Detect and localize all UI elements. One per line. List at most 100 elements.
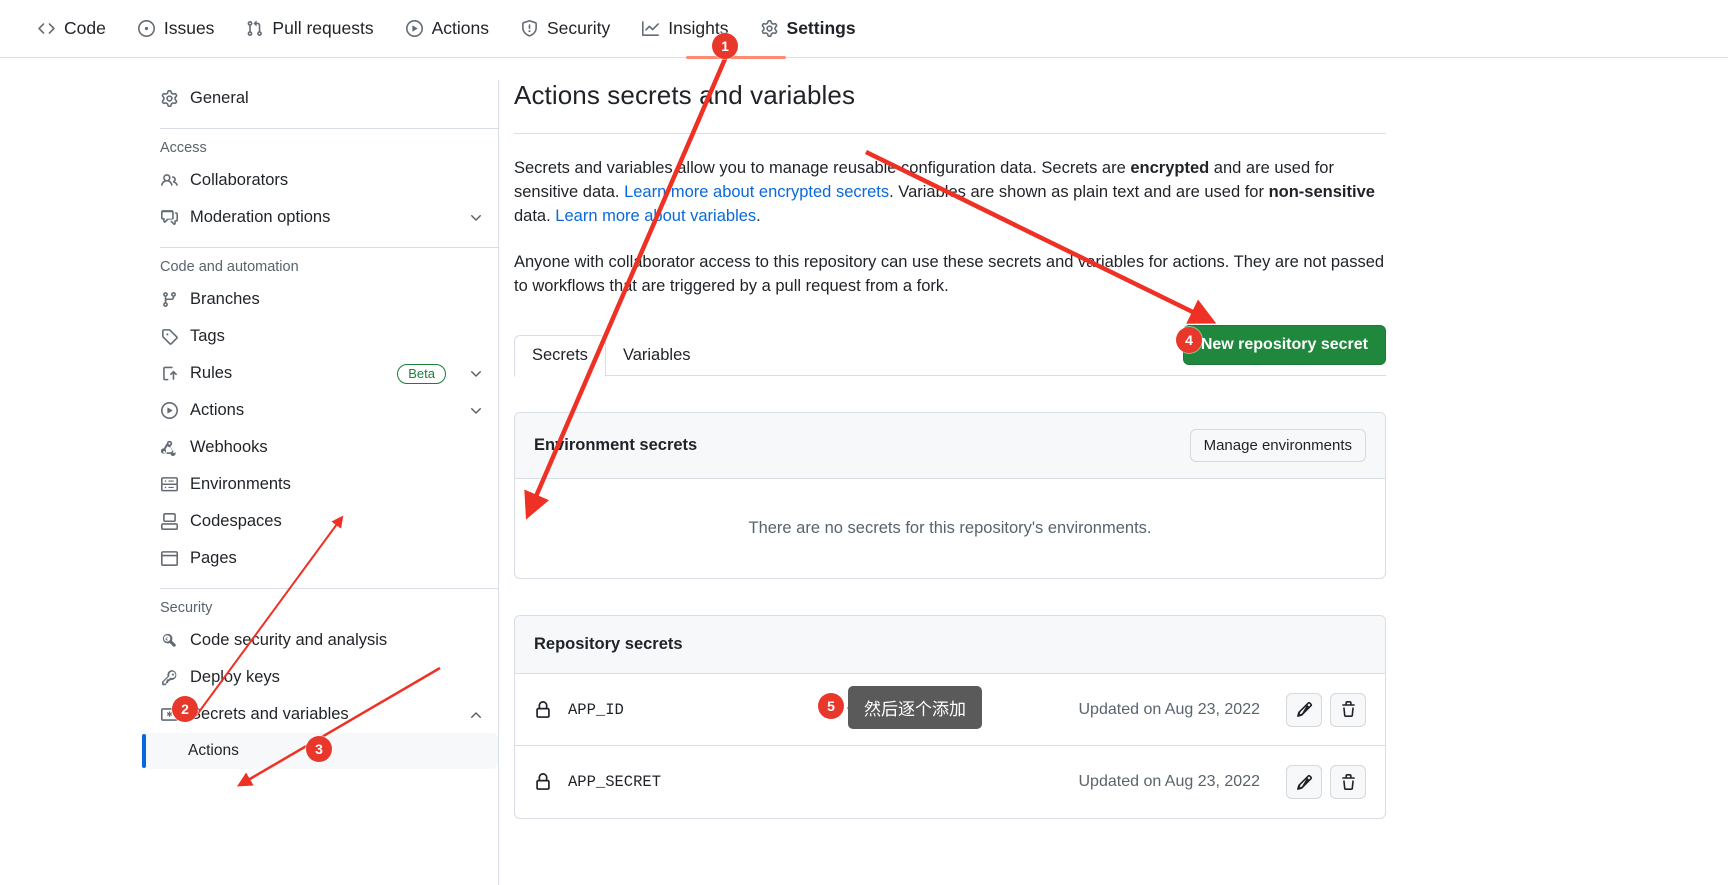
server-icon <box>160 476 178 493</box>
nav-tab-label: Insights <box>668 17 729 38</box>
nav-tab-actions[interactable]: Actions <box>390 0 505 56</box>
sidebar-item-tags[interactable]: Tags <box>144 318 498 355</box>
sidebar-subitem-label: Actions <box>188 742 239 759</box>
sidebar-subitem-actions[interactable]: Actions <box>142 733 498 769</box>
sidebar-divider <box>160 588 498 589</box>
sidebar-divider <box>160 247 498 248</box>
delete-secret-button[interactable] <box>1330 765 1366 799</box>
sidebar-item-codespaces[interactable]: Codespaces <box>144 503 498 540</box>
sidebar-item-actions[interactable]: Actions <box>144 392 498 429</box>
chevron-down-icon <box>468 210 484 226</box>
main-content: Actions secrets and variables Secrets an… <box>514 80 1386 819</box>
gear-icon <box>160 90 178 107</box>
learn-more-variables-link[interactable]: Learn more about variables <box>555 207 756 225</box>
code-scan-icon <box>160 632 178 649</box>
nav-tab-label: Pull requests <box>272 17 374 38</box>
tag-icon <box>160 328 178 345</box>
issue-opened-icon <box>137 19 155 37</box>
description-paragraph-2: Anyone with collaborator access to this … <box>514 253 1385 295</box>
rules-icon <box>160 365 178 382</box>
git-branch-icon <box>160 291 178 308</box>
lock-icon <box>534 773 552 791</box>
nav-tab-label: Actions <box>431 17 489 38</box>
sidebar-item-webhooks[interactable]: Webhooks <box>144 429 498 466</box>
edit-secret-button[interactable] <box>1286 692 1322 727</box>
sidebar-item-label: Codespaces <box>190 512 282 530</box>
sidebar-item-label: General <box>190 89 249 107</box>
repository-secrets-panel: Repository secrets APP_ID Updated on Aug … <box>514 615 1386 819</box>
sidebar-item-label: Deploy keys <box>190 668 280 686</box>
nav-tab-issues[interactable]: Issues <box>122 0 231 56</box>
desc-text-3: . Variables are shown as plain text and … <box>889 183 1269 201</box>
repository-secrets-header: Repository secrets <box>515 616 1385 674</box>
sidebar-item-deploy-keys[interactable]: Deploy keys <box>144 659 498 696</box>
title-divider <box>514 133 1386 134</box>
sidebar-item-label: Branches <box>190 290 260 308</box>
desc-text-1: Secrets and variables allow you to manag… <box>514 159 1131 177</box>
sidebar-item-label: Webhooks <box>190 438 268 456</box>
tab-secrets[interactable]: Secrets <box>514 335 606 377</box>
sidebar-item-code-security-and-analysis[interactable]: Code security and analysis <box>144 622 498 659</box>
nav-tab-insights[interactable]: Insights <box>626 0 744 56</box>
asterisk-key-icon <box>160 706 178 723</box>
chevron-down-icon <box>468 403 484 419</box>
sidebar-item-secrets-and-variables[interactable]: Secrets and variables <box>144 696 498 733</box>
nav-tab-settings[interactable]: Settings <box>745 0 872 56</box>
delete-secret-button[interactable] <box>1330 692 1366 727</box>
code-icon <box>38 20 55 37</box>
sidebar-item-environments[interactable]: Environments <box>144 466 498 503</box>
environment-secrets-title: Environment secrets <box>534 436 698 454</box>
nav-tab-label: Issues <box>163 17 215 38</box>
page-title: Actions secrets and variables <box>514 80 856 110</box>
sidebar-item-label: Rules <box>190 364 233 382</box>
sidebar-item-label: Actions <box>190 401 245 419</box>
sidebar-item-label: Moderation options <box>190 208 331 226</box>
codespaces-icon <box>160 513 178 530</box>
secret-row: APP_SECRET Updated on Aug 23, 2022 <box>515 746 1385 818</box>
new-repository-secret-button[interactable]: New repository secret <box>1182 325 1386 365</box>
environment-secrets-header: Environment secrets Manage environments <box>515 413 1385 479</box>
nav-tab-pull-requests[interactable]: Pull requests <box>230 0 389 56</box>
environment-secrets-empty-text: There are no secrets for this repository… <box>748 519 1152 537</box>
environment-secrets-panel: Environment secrets Manage environments … <box>514 412 1386 579</box>
shield-icon <box>521 19 538 37</box>
git-pull-request-icon <box>246 20 263 37</box>
secret-updated-date: Updated on Aug 23, 2022 <box>1078 773 1261 790</box>
sidebar-item-moderation-options[interactable]: Moderation options <box>144 199 498 236</box>
comment-discussion-icon <box>160 209 178 226</box>
secret-updated-date: Updated on Aug 23, 2022 <box>1078 700 1261 718</box>
sidebar-item-rules[interactable]: Rules Beta <box>144 355 498 392</box>
sidebar-item-label: Collaborators <box>190 171 289 189</box>
nav-tab-label: Settings <box>786 17 856 38</box>
repo-top-navigation: Code Issues Pull requests Actions Security In… <box>0 0 1728 59</box>
chevron-up-icon <box>468 707 484 723</box>
sidebar-section-title: Access <box>160 140 207 156</box>
desc-bold-encrypted: encrypted <box>1130 159 1210 177</box>
lock-icon <box>534 700 552 719</box>
sidebar-vertical-rule <box>498 80 499 885</box>
secret-name: APP_SECRET <box>568 773 662 791</box>
repository-secrets-title: Repository secrets <box>534 635 683 653</box>
key-icon <box>160 669 178 686</box>
play-icon <box>160 402 178 419</box>
beta-badge: Beta <box>397 363 446 384</box>
settings-sidebar: General Access Collaborators Moderation opt… <box>142 80 498 769</box>
people-icon <box>160 172 178 189</box>
graph-icon <box>642 20 660 37</box>
webhook-icon <box>160 439 178 456</box>
sidebar-item-branches[interactable]: Branches <box>144 281 498 318</box>
tab-variables[interactable]: Variables <box>606 336 708 376</box>
nav-tab-code[interactable]: Code <box>22 0 122 56</box>
sidebar-section-title: Security <box>160 600 213 616</box>
manage-environments-button[interactable]: Manage environments <box>1189 429 1366 462</box>
sidebar-item-general[interactable]: General <box>144 80 498 117</box>
sidebar-item-collaborators[interactable]: Collaborators <box>144 162 498 199</box>
learn-more-encrypted-secrets-link[interactable]: Learn more about encrypted secrets <box>624 183 889 201</box>
secret-row: APP_ID Updated on Aug 23, 2022 <box>515 674 1385 746</box>
nav-tab-security[interactable]: Security <box>505 0 626 56</box>
description-paragraph-1: Secrets and variables allow you to manag… <box>514 156 1386 228</box>
sidebar-item-label: Tags <box>190 327 225 345</box>
sidebar-item-pages[interactable]: Pages <box>144 540 498 577</box>
edit-secret-button[interactable] <box>1286 765 1322 799</box>
sidebar-item-label: Secrets and variables <box>190 705 349 723</box>
